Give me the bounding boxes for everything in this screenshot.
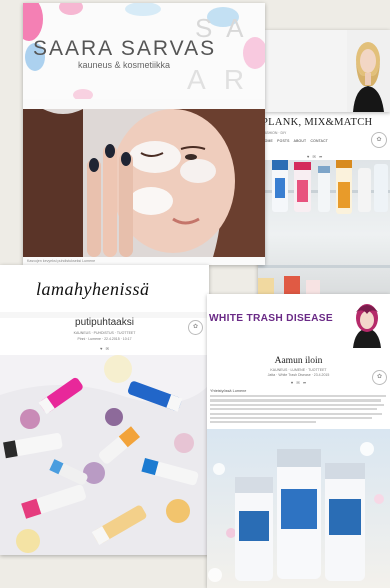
post-photo bbox=[0, 355, 209, 555]
post-meta: KAUNEUS · PUHDISTUS · TUOTTEET bbox=[73, 331, 136, 335]
post-tag: Yhteistyössä Lumene bbox=[210, 389, 247, 393]
svg-text:A R: A R bbox=[187, 64, 250, 95]
comment-icon[interactable]: ✉ bbox=[313, 154, 316, 159]
blog-title: WHITE TRASH DISEASE bbox=[209, 313, 333, 324]
post-title[interactable]: putipuhtaaksi bbox=[0, 317, 209, 328]
post-actions: ♥ ✉ bbox=[0, 346, 209, 351]
portrait-photo bbox=[347, 30, 390, 112]
heart-icon[interactable]: ♥ bbox=[100, 346, 102, 351]
blog-card-lamahyhenissa[interactable]: lamahyhenissä putipuhtaaksi KAUNEUS · PU… bbox=[0, 265, 209, 555]
blog-badge-icon: ✿ bbox=[372, 370, 387, 385]
photo-caption: Kasvojen kevyeksi puhdistukseksi Lumene bbox=[27, 259, 96, 263]
post-meta: KAUNEUS · LUMENE · TUOTTEET bbox=[270, 368, 327, 372]
share-icon[interactable]: ➦ bbox=[303, 380, 306, 385]
blog-card-portrait[interactable] bbox=[265, 30, 390, 112]
blog-title: PLANK, MIX&MATCH bbox=[262, 117, 373, 128]
blog-card-plank-mix-match[interactable]: PLANK, MIX&MATCH FASHION · DIY HOME POST… bbox=[258, 112, 390, 296]
post-actions: ♥ ✉ ➦ bbox=[207, 380, 390, 385]
blog-nav: HOME POSTS ABOUT CONTACT bbox=[262, 139, 331, 143]
blog-title: SAARA SARVAS bbox=[33, 37, 217, 60]
post-title[interactable]: Aamun iloin bbox=[207, 356, 390, 366]
blog-kicker: FASHION · DIY bbox=[262, 131, 287, 135]
blog-card-saara-sarvas[interactable]: S A A R SAARA SARVAS kauneus & kosmetiik… bbox=[23, 3, 265, 265]
post-byline: Pinni · Lumene · 22.4.2015 · 10:17 bbox=[77, 337, 132, 341]
blog-header-portrait bbox=[353, 304, 381, 348]
comment-icon[interactable]: ✉ bbox=[296, 380, 299, 385]
blog-badge-icon: ✿ bbox=[371, 132, 387, 148]
post-photo bbox=[207, 429, 390, 588]
post-actions: ♥ ✉ ➦ bbox=[306, 154, 323, 159]
nav-about[interactable]: ABOUT bbox=[294, 139, 307, 143]
blog-subtitle: kauneus & kosmetiikka bbox=[78, 60, 171, 70]
blog-badge-icon: ✿ bbox=[188, 320, 203, 335]
blog-banner: S A A R SAARA SARVAS kauneus & kosmetiik… bbox=[23, 3, 265, 99]
post-body-text bbox=[210, 395, 386, 426]
nav-posts[interactable]: POSTS bbox=[277, 139, 290, 143]
nav-contact[interactable]: CONTACT bbox=[310, 139, 328, 143]
share-icon[interactable]: ➦ bbox=[319, 154, 322, 159]
heart-icon[interactable]: ♥ bbox=[307, 154, 309, 159]
comment-icon[interactable]: ✉ bbox=[106, 346, 109, 351]
post-byline: Jatta · White Trash Disease · 23.4.2015 bbox=[267, 373, 330, 377]
heart-icon[interactable]: ♥ bbox=[291, 380, 293, 385]
post-photo bbox=[258, 160, 390, 296]
post-photo bbox=[23, 109, 265, 257]
blog-card-white-trash-disease[interactable]: WHITE TRASH DISEASE Aamun iloin KAUNEUS … bbox=[207, 294, 390, 588]
blog-logo: lamahyhenissä bbox=[36, 279, 150, 299]
